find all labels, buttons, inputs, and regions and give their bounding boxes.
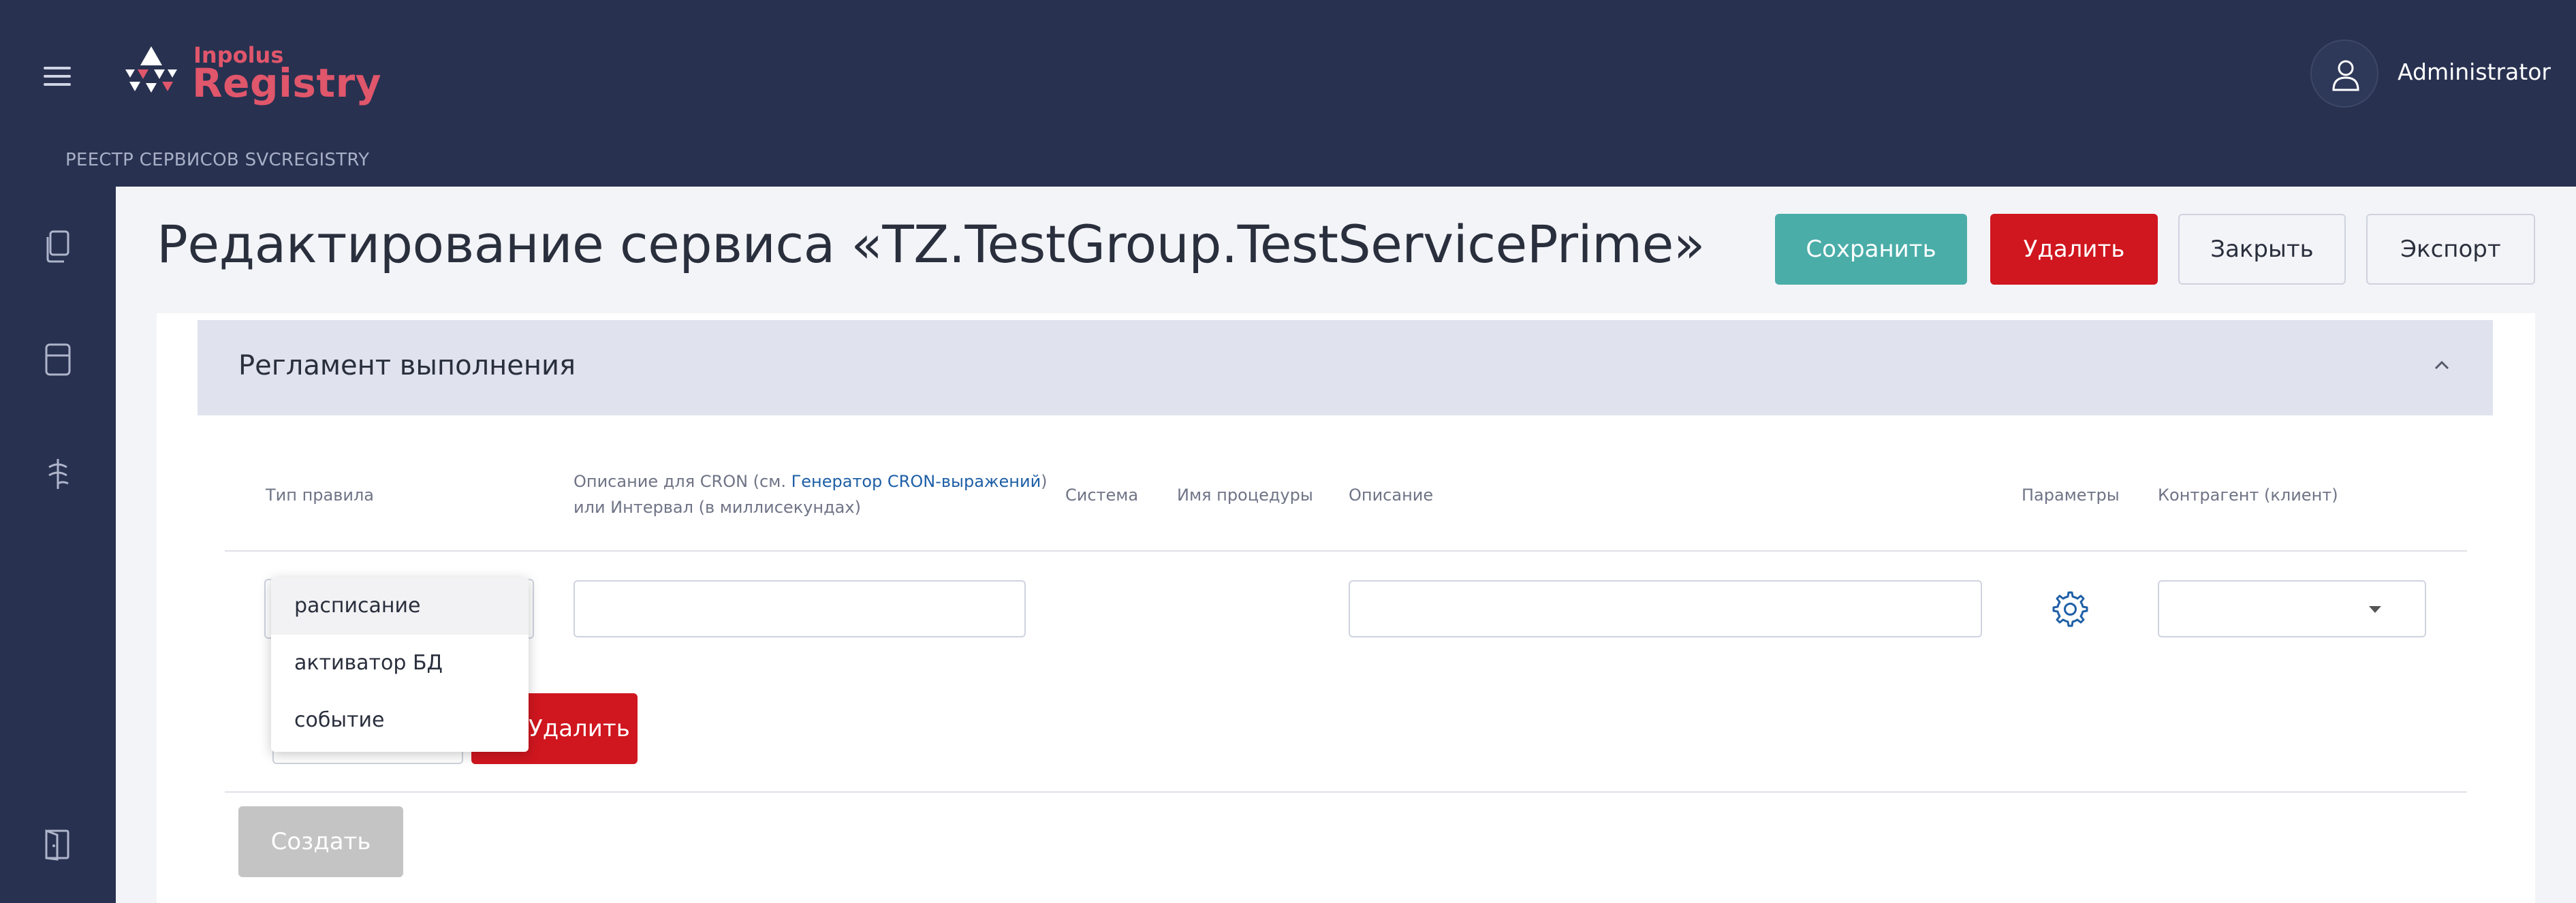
breadcrumb[interactable]: РЕЕСТР СЕРВИСОВ SVCREGISTRY xyxy=(65,150,369,170)
header-system: Система xyxy=(1065,486,1139,505)
table-divider xyxy=(225,550,2467,552)
create-button[interactable]: Создать xyxy=(238,806,403,877)
server-icon[interactable] xyxy=(42,342,74,377)
logo-icon xyxy=(125,46,177,93)
description-input[interactable] xyxy=(1349,580,1982,637)
logout-icon[interactable] xyxy=(42,827,74,862)
page-title: Редактирование сервиса «TZ.TestGroup.Tes… xyxy=(157,214,1705,274)
delete-button[interactable]: Удалить xyxy=(1990,214,2158,285)
chevron-up-icon[interactable] xyxy=(2432,358,2452,372)
save-button[interactable]: Сохранить xyxy=(1775,214,1967,285)
section-header[interactable]: Регламент выполнения xyxy=(198,320,2493,415)
option-event[interactable]: событие xyxy=(271,692,529,749)
option-db-activator[interactable]: активатор БД xyxy=(271,635,529,692)
copy-icon[interactable] xyxy=(42,229,74,264)
caret-down-icon xyxy=(2369,606,2381,613)
option-schedule[interactable]: расписание xyxy=(271,577,529,635)
header-cron-prefix: Описание для CRON (см. xyxy=(574,472,791,491)
header-client: Контрагент (клиент) xyxy=(2158,486,2338,505)
user-avatar[interactable] xyxy=(2310,39,2378,108)
section-title: Регламент выполнения xyxy=(238,350,576,381)
header-cron-line2: или Интервал (в миллисекундах) xyxy=(574,498,861,517)
header-cron-suffix: ) xyxy=(1041,472,1048,491)
user-icon xyxy=(2332,60,2359,91)
client-select[interactable] xyxy=(2158,580,2426,637)
row-divider xyxy=(225,791,2467,793)
header-cron: Описание для CRON (см. Генератор CRON-вы… xyxy=(574,469,1048,520)
cron-input[interactable] xyxy=(574,580,1026,637)
stack-icon[interactable] xyxy=(42,456,74,492)
rule-type-dropdown: расписание активатор БД событие xyxy=(271,577,529,752)
export-button[interactable]: Экспорт xyxy=(2366,214,2535,285)
top-header: Inpolus Registry РЕЕСТР СЕРВИСОВ SVCREGI… xyxy=(0,0,2576,187)
header-rule-type: Тип правила xyxy=(266,486,374,505)
sidebar xyxy=(0,187,116,903)
header-procedure: Имя процедуры xyxy=(1177,486,1313,505)
brand-title: Registry xyxy=(192,60,382,106)
close-button[interactable]: Закрыть xyxy=(2178,214,2346,285)
header-params: Параметры xyxy=(2022,486,2120,505)
gear-icon[interactable] xyxy=(2049,588,2088,628)
cron-generator-link[interactable]: Генератор CRON-выражений xyxy=(791,472,1041,491)
menu-icon[interactable] xyxy=(44,67,71,86)
user-name[interactable]: Administrator xyxy=(2398,59,2551,85)
header-description: Описание xyxy=(1349,486,1434,505)
